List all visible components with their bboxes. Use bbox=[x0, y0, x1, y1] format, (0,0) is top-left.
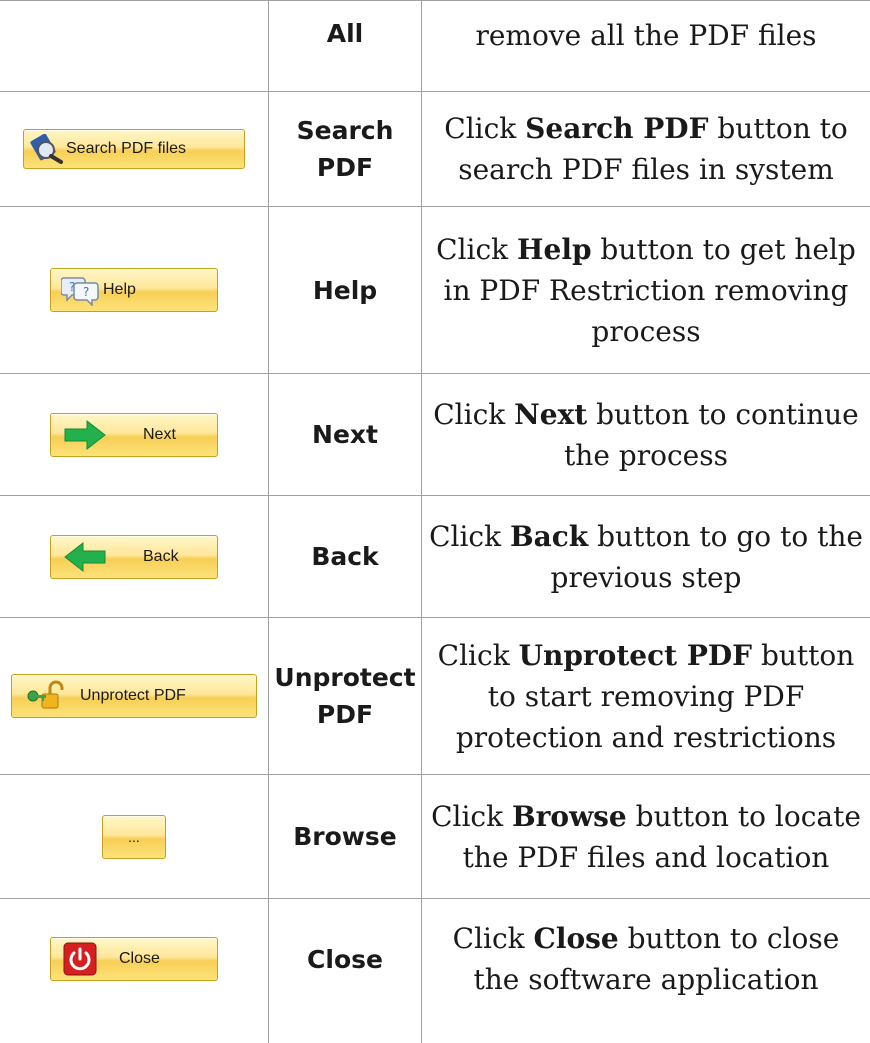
button-description: remove all the PDF files bbox=[475, 18, 817, 52]
power-icon bbox=[63, 942, 97, 976]
browse-button[interactable]: ... bbox=[102, 814, 166, 859]
button-name: Help bbox=[312, 275, 378, 305]
button-description: Click Help button to get help in PDF Res… bbox=[436, 232, 856, 348]
button-description: Click Unprotect PDF button to start remo… bbox=[437, 638, 855, 754]
arrow-right-icon bbox=[63, 419, 107, 451]
table-row: Search PDF files Search PDF Click Search… bbox=[0, 92, 870, 206]
table-row: All remove all the PDF files bbox=[0, 0, 870, 91]
button-name: Browse bbox=[293, 822, 397, 851]
table-row: Unprotect PDF Unprotect PDF Click Unprot… bbox=[0, 618, 870, 774]
table-row: ... Browse Click Browse button to locate… bbox=[0, 775, 870, 898]
button-description: Click Browse button to locate the PDF fi… bbox=[431, 799, 861, 874]
next-button[interactable]: Next bbox=[50, 412, 218, 457]
button-name: Back bbox=[311, 542, 379, 571]
help-button[interactable]: ? ? Help bbox=[50, 268, 218, 312]
button-cell: ... bbox=[0, 775, 268, 898]
button-cell: Search PDF files bbox=[0, 92, 268, 206]
svg-text:?: ? bbox=[83, 285, 89, 299]
button-cell: Back bbox=[0, 496, 268, 617]
table-row: Next Next Click Next button to continue … bbox=[0, 374, 870, 495]
table-row: Back Back Click Back button to go to the… bbox=[0, 496, 870, 617]
arrow-left-icon bbox=[63, 541, 107, 573]
button-cell: Unprotect PDF bbox=[0, 618, 268, 774]
button-cell: ? ? Help bbox=[0, 207, 268, 373]
back-button[interactable]: Back bbox=[50, 534, 218, 579]
close-button[interactable]: Close bbox=[50, 937, 218, 981]
button-reference-table: All remove all the PDF files Search PDF … bbox=[0, 0, 870, 1043]
table-row: ? ? Help Help Click Help button to get h… bbox=[0, 207, 870, 373]
button-description: Click Back button to go to the previous … bbox=[429, 519, 863, 594]
help-bubbles-icon: ? ? bbox=[61, 274, 101, 306]
unprotect-pdf-button[interactable]: Unprotect PDF bbox=[11, 674, 257, 718]
table-row: Close Close Click Close button to close … bbox=[0, 899, 870, 1043]
button-description: Click Next button to continue the proces… bbox=[433, 397, 859, 472]
button-name: Close bbox=[307, 944, 383, 974]
button-cell bbox=[0, 0, 268, 91]
button-name: Next bbox=[312, 420, 378, 449]
button-description: Click Close button to close the software… bbox=[452, 922, 840, 996]
button-name: All bbox=[326, 18, 364, 48]
button-name: Search PDF bbox=[296, 116, 394, 182]
button-description: Click Search PDF button to search PDF fi… bbox=[444, 112, 848, 186]
button-cell: Close bbox=[0, 899, 268, 1019]
button-name: Unprotect PDF bbox=[274, 663, 416, 729]
button-cell: Next bbox=[0, 374, 268, 495]
unlock-icon bbox=[26, 680, 66, 712]
magnifier-file-icon bbox=[30, 134, 66, 164]
search-pdf-files-button[interactable]: Search PDF files bbox=[23, 129, 245, 169]
